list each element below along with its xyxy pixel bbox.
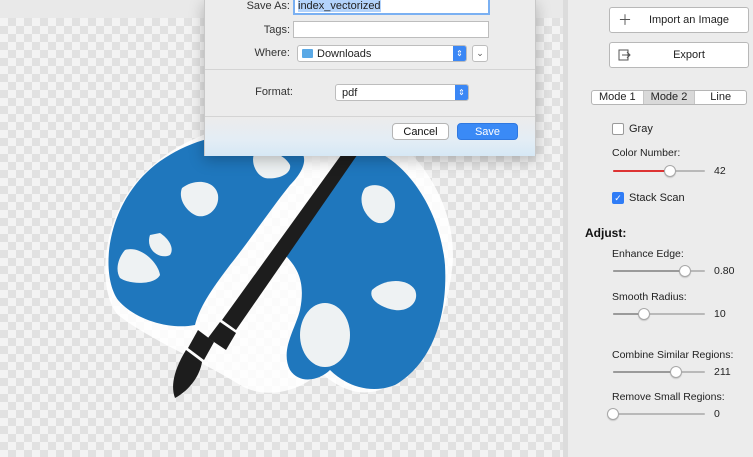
mode-2-segment[interactable]: Mode 2	[643, 91, 696, 104]
remove-regions-label: Remove Small Regions:	[612, 391, 725, 403]
remove-regions-value: 0	[714, 408, 720, 420]
mode-1-segment[interactable]: Mode 1	[592, 91, 644, 104]
plus-icon: ＋	[618, 12, 632, 28]
where-label: Where:	[254, 47, 290, 59]
enhance-edge-label: Enhance Edge:	[612, 248, 684, 260]
save-as-label: Save As:	[246, 0, 290, 12]
popup-arrows-icon: ⇕	[455, 85, 468, 100]
import-image-button[interactable]: ＋ Import an Image	[609, 7, 749, 33]
gray-checkbox[interactable]: Gray	[612, 123, 653, 135]
line-segment[interactable]: Line	[695, 91, 746, 104]
smooth-radius-label: Smooth Radius:	[612, 291, 687, 303]
combine-regions-value: 211	[714, 366, 731, 378]
save-as-value: index_vectorized	[298, 0, 381, 12]
export-button[interactable]: Export	[609, 42, 749, 68]
chevron-down-icon: ⌄	[476, 48, 484, 58]
slider-knob[interactable]	[669, 366, 682, 378]
format-label: Format:	[255, 86, 293, 98]
gray-label: Gray	[629, 123, 653, 135]
settings-panel: ＋ Import an Image Export Mode 1 Mode 2 L…	[568, 0, 753, 457]
export-icon	[618, 43, 631, 67]
format-value: pdf	[342, 86, 358, 99]
color-number-label: Color Number:	[612, 147, 681, 159]
gray-checkbox-box[interactable]	[612, 123, 624, 135]
adjust-heading: Adjust:	[585, 226, 627, 240]
tags-field[interactable]	[293, 21, 489, 38]
folder-icon	[302, 49, 313, 58]
slider-fill	[613, 371, 676, 373]
remove-regions-slider[interactable]	[607, 407, 705, 421]
stack-scan-checkbox-box[interactable]: ✓	[612, 192, 624, 204]
smooth-radius-slider[interactable]	[613, 307, 705, 321]
combine-regions-slider[interactable]	[613, 365, 705, 379]
where-popup[interactable]: Downloads ⇕	[297, 45, 467, 62]
mode-segmented-control: Mode 1 Mode 2 Line	[591, 90, 747, 105]
smooth-radius-value: 10	[714, 308, 726, 320]
slider-knob[interactable]	[678, 265, 691, 277]
stack-scan-label: Stack Scan	[629, 192, 685, 204]
slider-knob[interactable]	[638, 308, 651, 320]
slider-track	[613, 413, 705, 415]
dialog-separator	[205, 69, 535, 70]
color-number-slider[interactable]	[613, 164, 705, 178]
cancel-button[interactable]: Cancel	[392, 123, 449, 140]
slider-knob[interactable]	[664, 165, 677, 177]
tags-label: Tags:	[263, 24, 290, 36]
save-as-field[interactable]: index_vectorized	[293, 0, 490, 15]
expand-dialog-button[interactable]: ⌄	[472, 45, 488, 62]
enhance-edge-slider[interactable]	[613, 264, 705, 278]
slider-knob[interactable]	[607, 408, 619, 420]
save-dialog: Save As: index_vectorized Tags: Where: D…	[204, 0, 536, 156]
where-value: Downloads	[317, 47, 372, 60]
stack-scan-checkbox[interactable]: ✓ Stack Scan	[612, 192, 685, 204]
slider-fill	[613, 170, 671, 172]
format-popup[interactable]: pdf ⇕	[335, 84, 469, 101]
enhance-edge-value: 0.80	[714, 265, 735, 277]
color-number-value: 42	[714, 165, 726, 177]
save-button[interactable]: Save	[457, 123, 518, 140]
slider-fill	[613, 270, 685, 272]
combine-regions-label: Combine Similar Regions:	[612, 349, 734, 361]
popup-arrows-icon: ⇕	[453, 46, 466, 61]
